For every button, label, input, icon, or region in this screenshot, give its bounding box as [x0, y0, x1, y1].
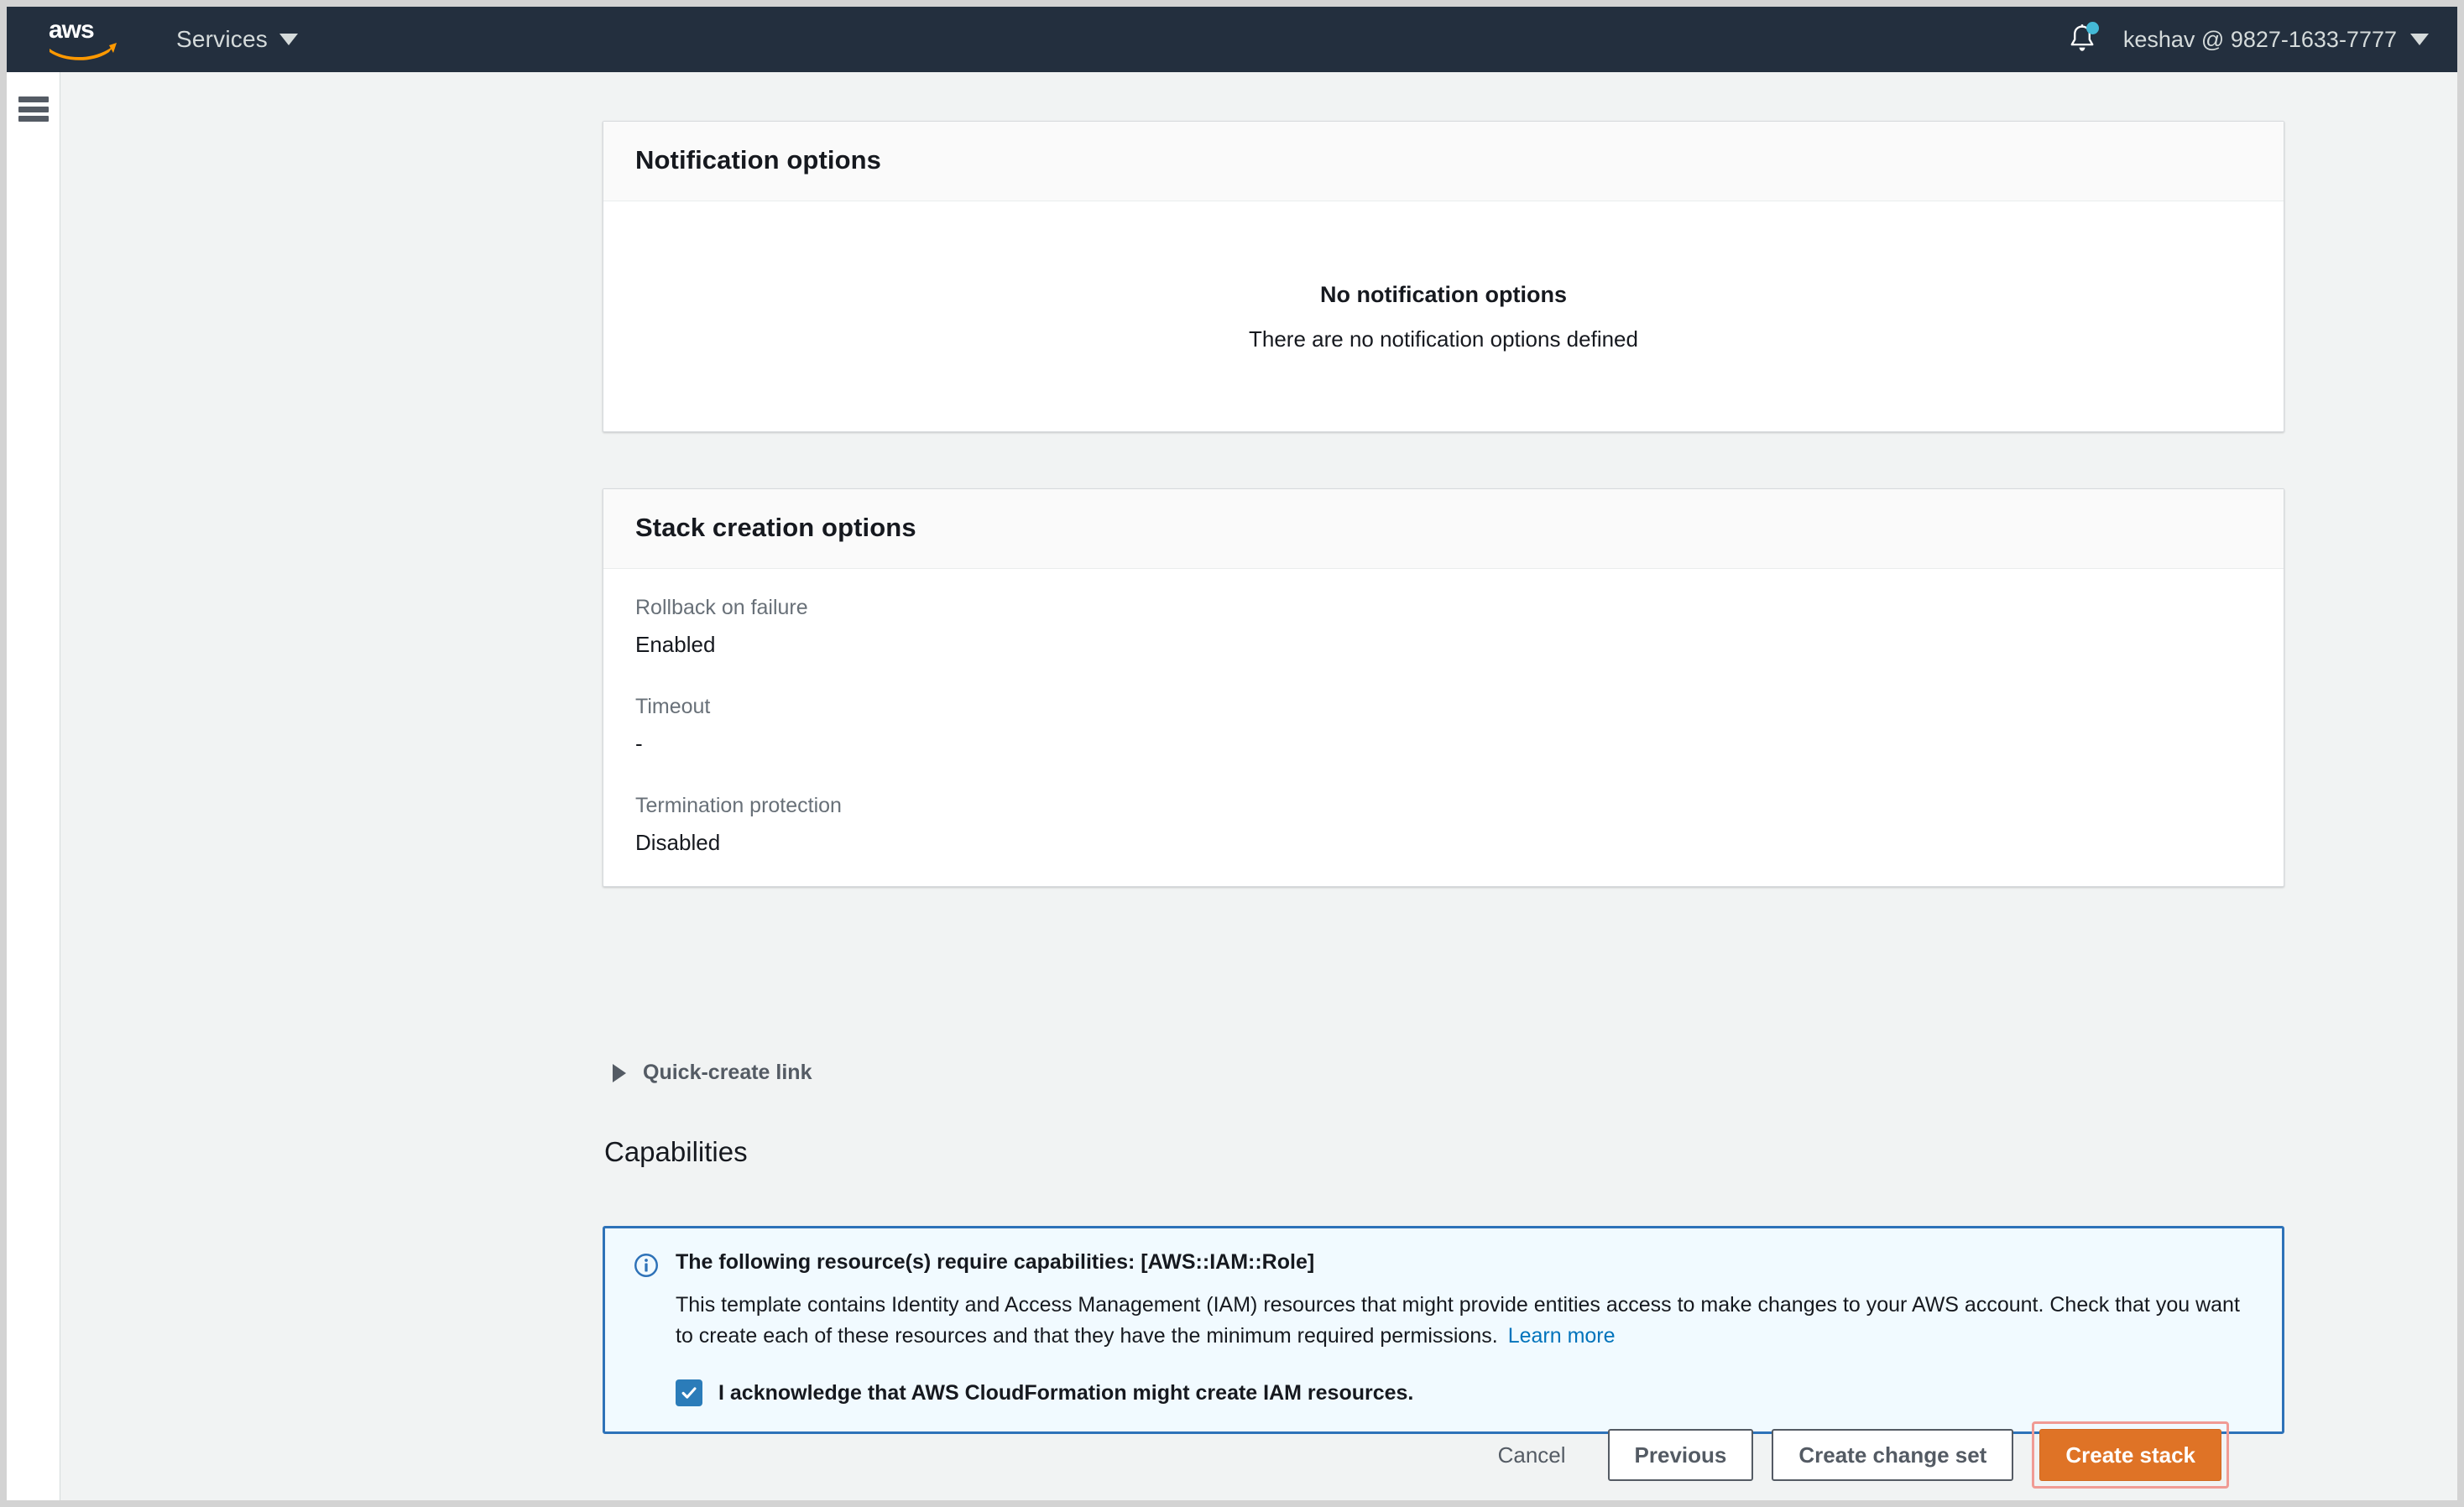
stack-creation-options-header: Stack creation options [603, 489, 2284, 569]
capabilities-alert: The following resource(s) require capabi… [603, 1226, 2284, 1434]
field-value: Disabled [635, 830, 2252, 856]
hamburger-bar [18, 116, 49, 122]
services-menu-button[interactable]: Services [171, 7, 303, 72]
notification-options-title: Notification options [635, 145, 2252, 175]
cancel-button[interactable]: Cancel [1475, 1429, 1590, 1481]
top-navigation-bar: aws Services keshav @ 9827-1633-7777 [7, 7, 2457, 72]
acknowledge-iam-checkbox[interactable] [676, 1379, 702, 1406]
empty-state-subtitle: There are no notification options define… [635, 326, 2252, 352]
empty-state: No notification options There are no not… [635, 228, 2252, 401]
footer-button-row: Cancel Previous Create change set Create… [1475, 1421, 2229, 1489]
field-label: Termination protection [635, 794, 2252, 818]
alert-body-line-1: This template contains Identity and Acce… [676, 1293, 2044, 1317]
hamburger-bar [18, 107, 49, 112]
alert-main: The following resource(s) require capabi… [676, 1250, 2253, 1406]
svg-text:aws: aws [49, 16, 94, 44]
hamburger-menu-icon[interactable] [18, 96, 49, 122]
create-stack-button[interactable]: Create stack [2039, 1429, 2221, 1481]
chevron-down-icon [279, 34, 298, 45]
acknowledge-iam-label: I acknowledge that AWS CloudFormation mi… [718, 1381, 1413, 1405]
quick-create-link-expander[interactable]: Quick-create link [613, 1061, 812, 1085]
field-label: Timeout [635, 695, 2252, 719]
field-value: - [635, 731, 2252, 757]
capabilities-heading: Capabilities [604, 1136, 748, 1168]
alert-title: The following resource(s) require capabi… [676, 1250, 2253, 1275]
main-content-area: Notification options No notification opt… [62, 72, 2457, 1500]
notification-badge-dot [2086, 22, 2099, 34]
alert-content-row: The following resource(s) require capabi… [634, 1250, 2253, 1406]
field-timeout: Timeout - [635, 695, 2252, 757]
browser-page-frame: aws Services keshav @ 9827-1633-7777 [7, 7, 2457, 1500]
hamburger-bar [18, 96, 49, 102]
quick-create-link-label: Quick-create link [643, 1061, 812, 1085]
info-icon [634, 1253, 659, 1282]
field-rollback-on-failure: Rollback on failure Enabled [635, 596, 2252, 658]
notification-options-header: Notification options [603, 122, 2284, 201]
stack-creation-options-body: Rollback on failure Enabled Timeout - Te… [603, 569, 2284, 886]
learn-more-link[interactable]: Learn more [1508, 1324, 1616, 1348]
previous-button[interactable]: Previous [1608, 1429, 1754, 1481]
field-label: Rollback on failure [635, 596, 2252, 620]
check-icon [680, 1384, 698, 1402]
chevron-down-icon [2410, 34, 2429, 45]
create-change-set-button[interactable]: Create change set [1772, 1429, 2013, 1481]
notification-options-body: No notification options There are no not… [603, 201, 2284, 431]
notification-options-panel: Notification options No notification opt… [603, 121, 2284, 432]
stack-creation-options-title: Stack creation options [635, 513, 2252, 543]
account-label: keshav @ 9827-1633-7777 [2123, 27, 2397, 53]
aws-logo-icon[interactable]: aws [47, 15, 119, 64]
nav-right-group: keshav @ 9827-1633-7777 [2051, 7, 2457, 72]
empty-state-title: No notification options [635, 282, 2252, 308]
account-menu-button[interactable]: keshav @ 9827-1633-7777 [2113, 7, 2457, 72]
stack-creation-options-panel: Stack creation options Rollback on failu… [603, 488, 2284, 887]
left-sidebar [7, 72, 60, 1500]
services-label: Services [176, 26, 268, 53]
acknowledge-iam-row[interactable]: I acknowledge that AWS CloudFormation mi… [676, 1379, 2253, 1406]
field-termination-protection: Termination protection Disabled [635, 794, 2252, 856]
notifications-bell-button[interactable] [2051, 7, 2113, 72]
alert-body: This template contains Identity and Acce… [676, 1290, 2253, 1351]
create-stack-focus-ring: Create stack [2032, 1421, 2229, 1489]
caret-right-icon [613, 1064, 626, 1082]
field-value: Enabled [635, 632, 2252, 658]
